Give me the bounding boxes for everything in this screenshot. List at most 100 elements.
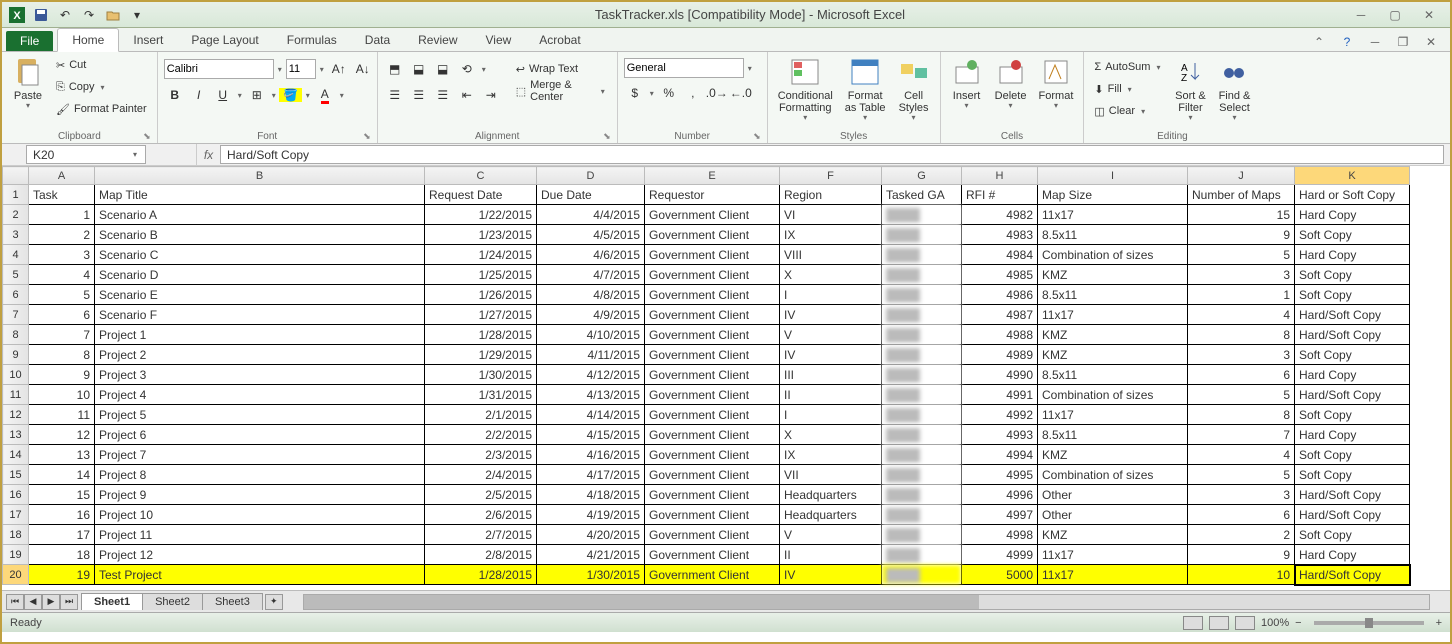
cell-B6[interactable]: Scenario E <box>95 285 425 305</box>
cell-B20[interactable]: Test Project <box>95 565 425 585</box>
cell-J11[interactable]: 5 <box>1188 385 1295 405</box>
cell-C18[interactable]: 2/7/2015 <box>425 525 537 545</box>
cell-H8[interactable]: 4988 <box>962 325 1038 345</box>
paste-button[interactable]: Paste▾ <box>8 54 48 113</box>
cell-G14[interactable]: ████ <box>882 445 962 465</box>
row-header-12[interactable]: 12 <box>3 405 29 425</box>
tab-view[interactable]: View <box>472 29 526 51</box>
cell-D8[interactable]: 4/10/2015 <box>537 325 645 345</box>
ribbon-minimize-icon[interactable]: ⌃ <box>1310 33 1328 51</box>
cell-F12[interactable]: I <box>780 405 882 425</box>
row-header-19[interactable]: 19 <box>3 545 29 565</box>
cell-A4[interactable]: 3 <box>29 245 95 265</box>
cell-styles-button[interactable]: Cell Styles▾ <box>894 54 934 125</box>
cell-F15[interactable]: VII <box>780 465 882 485</box>
cell-H3[interactable]: 4983 <box>962 225 1038 245</box>
cell-D12[interactable]: 4/14/2015 <box>537 405 645 425</box>
cell-D14[interactable]: 4/16/2015 <box>537 445 645 465</box>
file-tab[interactable]: File <box>6 31 53 51</box>
align-bottom-icon[interactable]: ⬓ <box>432 58 454 80</box>
cell-E14[interactable]: Government Client <box>645 445 780 465</box>
row-header-1[interactable]: 1 <box>3 185 29 205</box>
cell-A7[interactable]: 6 <box>29 305 95 325</box>
cell-K20[interactable]: Hard/Soft Copy <box>1295 565 1410 585</box>
cell-E12[interactable]: Government Client <box>645 405 780 425</box>
increase-decimal-icon[interactable]: .0→ <box>706 82 728 104</box>
row-header-5[interactable]: 5 <box>3 265 29 285</box>
cell-J19[interactable]: 9 <box>1188 545 1295 565</box>
cell-E18[interactable]: Government Client <box>645 525 780 545</box>
cell-I4[interactable]: Combination of sizes <box>1038 245 1188 265</box>
cell-B13[interactable]: Project 6 <box>95 425 425 445</box>
row-header-2[interactable]: 2 <box>3 205 29 225</box>
cell-D1[interactable]: Due Date <box>537 185 645 205</box>
cell-J14[interactable]: 4 <box>1188 445 1295 465</box>
grow-font-icon[interactable]: A↑ <box>328 58 350 80</box>
cell-F8[interactable]: V <box>780 325 882 345</box>
cell-C2[interactable]: 1/22/2015 <box>425 205 537 225</box>
cell-K19[interactable]: Hard Copy <box>1295 545 1410 565</box>
cell-C7[interactable]: 1/27/2015 <box>425 305 537 325</box>
cell-E15[interactable]: Government Client <box>645 465 780 485</box>
cell-B18[interactable]: Project 11 <box>95 525 425 545</box>
cell-E4[interactable]: Government Client <box>645 245 780 265</box>
cell-H7[interactable]: 4987 <box>962 305 1038 325</box>
cell-H19[interactable]: 4999 <box>962 545 1038 565</box>
cell-A11[interactable]: 10 <box>29 385 95 405</box>
cell-C12[interactable]: 2/1/2015 <box>425 405 537 425</box>
sheet-nav-next-icon[interactable]: ▶ <box>42 594 60 610</box>
cell-H12[interactable]: 4992 <box>962 405 1038 425</box>
cell-A13[interactable]: 12 <box>29 425 95 445</box>
cell-K17[interactable]: Hard/Soft Copy <box>1295 505 1410 525</box>
cell-E11[interactable]: Government Client <box>645 385 780 405</box>
cell-K16[interactable]: Hard/Soft Copy <box>1295 485 1410 505</box>
italic-button[interactable]: I <box>188 84 210 106</box>
cell-D3[interactable]: 4/5/2015 <box>537 225 645 245</box>
cell-D2[interactable]: 4/4/2015 <box>537 205 645 225</box>
format-painter-button[interactable]: 🖌Format Painter <box>52 98 151 120</box>
qat-customize-icon[interactable]: ▾ <box>126 5 148 25</box>
cell-C13[interactable]: 2/2/2015 <box>425 425 537 445</box>
cell-F6[interactable]: I <box>780 285 882 305</box>
cell-H5[interactable]: 4985 <box>962 265 1038 285</box>
cell-H15[interactable]: 4995 <box>962 465 1038 485</box>
cell-H10[interactable]: 4990 <box>962 365 1038 385</box>
format-as-table-button[interactable]: Format as Table▾ <box>841 54 890 125</box>
cell-F16[interactable]: Headquarters <box>780 485 882 505</box>
underline-button[interactable]: U <box>212 84 234 106</box>
cell-A6[interactable]: 5 <box>29 285 95 305</box>
cell-E19[interactable]: Government Client <box>645 545 780 565</box>
save-icon[interactable] <box>30 5 52 25</box>
cell-G13[interactable]: ████ <box>882 425 962 445</box>
cell-J13[interactable]: 7 <box>1188 425 1295 445</box>
redo-icon[interactable]: ↷ <box>78 5 100 25</box>
font-launcher-icon[interactable]: ⬊ <box>363 131 371 142</box>
cell-J8[interactable]: 8 <box>1188 325 1295 345</box>
cell-I9[interactable]: KMZ <box>1038 345 1188 365</box>
cell-B5[interactable]: Scenario D <box>95 265 425 285</box>
cell-A2[interactable]: 1 <box>29 205 95 225</box>
cell-B12[interactable]: Project 5 <box>95 405 425 425</box>
cell-C15[interactable]: 2/4/2015 <box>425 465 537 485</box>
col-header-B[interactable]: B <box>95 167 425 185</box>
cell-E8[interactable]: Government Client <box>645 325 780 345</box>
row-header-14[interactable]: 14 <box>3 445 29 465</box>
cell-H1[interactable]: RFI # <box>962 185 1038 205</box>
row-header-16[interactable]: 16 <box>3 485 29 505</box>
cell-G15[interactable]: ████ <box>882 465 962 485</box>
cell-K2[interactable]: Hard Copy <box>1295 205 1410 225</box>
cell-F4[interactable]: VIII <box>780 245 882 265</box>
cell-A3[interactable]: 2 <box>29 225 95 245</box>
merge-center-button[interactable]: ⬚Merge & Center▾ <box>512 80 611 102</box>
cell-F19[interactable]: II <box>780 545 882 565</box>
cell-J17[interactable]: 6 <box>1188 505 1295 525</box>
cell-B1[interactable]: Map Title <box>95 185 425 205</box>
cell-D15[interactable]: 4/17/2015 <box>537 465 645 485</box>
font-color-button[interactable]: A <box>314 84 336 106</box>
cell-D4[interactable]: 4/6/2015 <box>537 245 645 265</box>
font-name-drop-icon[interactable]: ▾ <box>276 65 284 74</box>
cell-D17[interactable]: 4/19/2015 <box>537 505 645 525</box>
clear-button[interactable]: ◫Clear▾ <box>1090 100 1166 122</box>
workbook-restore-icon[interactable]: ❐ <box>1394 33 1412 51</box>
currency-icon[interactable]: $ <box>624 82 646 104</box>
